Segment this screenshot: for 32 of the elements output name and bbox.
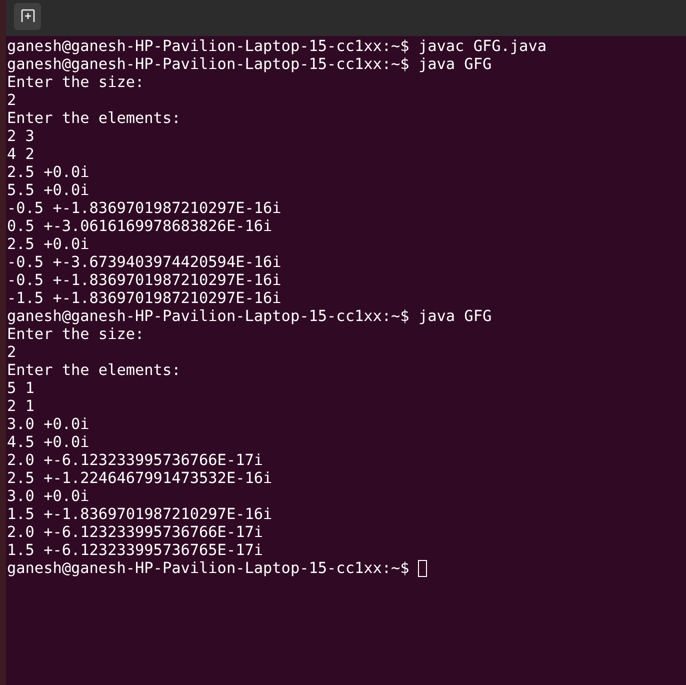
new-tab-button[interactable] <box>14 2 41 30</box>
terminal-line: 2 3 <box>7 127 34 145</box>
terminal-line: Enter the elements: <box>7 109 181 127</box>
terminal-line: 2 <box>7 91 16 109</box>
terminal-line: 5 1 <box>7 379 34 397</box>
terminal-line: 2.5 +0.0i <box>7 235 90 253</box>
terminal-line: 4 2 <box>7 145 34 163</box>
terminal-line: 0.5 +-3.0616169978683826E-16i <box>7 217 272 235</box>
terminal-line: 3.0 +0.0i <box>7 487 90 505</box>
terminal-line: Enter the size: <box>7 73 144 91</box>
new-tab-icon <box>20 8 36 24</box>
terminal-line: 1.5 +-1.8369701987210297E-16i <box>7 505 272 523</box>
terminal-line: 2.0 +-6.123233995736766E-17i <box>7 451 264 469</box>
terminal-line: Enter the size: <box>7 325 144 343</box>
terminal-line: -1.5 +-1.8369701987210297E-16i <box>7 289 282 307</box>
terminal-line: ganesh@ganesh-HP-Pavilion-Laptop-15-cc1xx:~$ javac GFG.java <box>7 37 546 55</box>
terminal-line: ganesh@ganesh-HP-Pavilion-Laptop-15-cc1xx:~$ java GFG <box>7 55 492 73</box>
terminal-line: ganesh@ganesh-HP-Pavilion-Laptop-15-cc1xx:~$ <box>7 559 410 577</box>
terminal-line: Enter the elements: <box>7 361 181 379</box>
terminal-line: 2 <box>7 343 16 361</box>
terminal-line: 2 1 <box>7 397 34 415</box>
terminal-line: 5.5 +0.0i <box>7 181 90 199</box>
terminal-line: 1.5 +-6.123233995736765E-17i <box>7 541 264 559</box>
terminal-line: -0.5 +-1.8369701987210297E-16i <box>7 199 282 217</box>
terminal-line: 3.0 +0.0i <box>7 415 90 433</box>
terminal-line: 2.5 +0.0i <box>7 163 90 181</box>
terminal-line: 4.5 +0.0i <box>7 433 90 451</box>
terminal-line: -0.5 +-3.6739403974420594E-16i <box>7 253 282 271</box>
terminal-line: 2.5 +-1.2246467991473532E-16i <box>7 469 272 487</box>
terminal-line: 2.0 +-6.123233995736766E-17i <box>7 523 264 541</box>
terminal-line: ganesh@ganesh-HP-Pavilion-Laptop-15-cc1xx:~$ java GFG <box>7 307 492 325</box>
terminal-line: -0.5 +-1.8369701987210297E-16i <box>7 271 282 289</box>
